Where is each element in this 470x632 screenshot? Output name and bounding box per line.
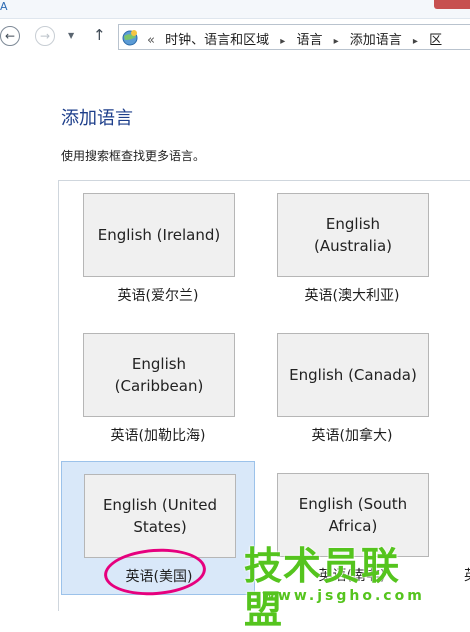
language-name: English (Canada) (289, 366, 417, 384)
language-tile-english-caribbean[interactable]: English (Caribbean) 英语(加勒比海) (61, 321, 255, 455)
language-card[interactable]: English (Canada) (277, 333, 429, 417)
language-name: English (South Africa) (298, 495, 408, 535)
language-native-name: 英语(加拿大) (311, 428, 393, 444)
back-button[interactable]: ← (0, 26, 20, 46)
language-name: English (Australia) (313, 215, 393, 255)
forward-button[interactable]: → (35, 26, 55, 46)
close-button[interactable] (434, 0, 470, 9)
language-card[interactable]: English (United States) (84, 474, 236, 558)
language-native-name: 英语(澳大利亚) (304, 288, 400, 304)
language-tile-english-canada[interactable]: English (Canada) 英语(加拿大) (255, 321, 449, 455)
app-icon: A (0, 0, 8, 13)
watermark-url: www.jsgho.com (262, 588, 425, 604)
forward-arrow-icon: → (39, 29, 51, 43)
language-name: English (Ireland) (97, 226, 221, 244)
navigation-bar: ← → ▼ ↑ « 时钟、语言和区域 ▸ 语言 ▸ 添加语言 ▸ 区 (0, 19, 470, 55)
breadcrumb-truncated[interactable]: 区 (429, 33, 442, 48)
breadcrumb-clock-language-region[interactable]: 时钟、语言和区域 (165, 33, 269, 48)
breadcrumb: « 时钟、语言和区域 ▸ 语言 ▸ 添加语言 ▸ 区 (147, 29, 442, 48)
language-tile-english-ireland[interactable]: English (Ireland) 英语(爱尔兰) (61, 181, 255, 315)
back-arrow-icon: ← (4, 29, 16, 43)
language-native-name-partial: 英 (464, 565, 470, 585)
language-name: English (Caribbean) (114, 355, 204, 395)
breadcrumb-add-language[interactable]: 添加语言 (350, 33, 402, 48)
up-button[interactable]: ↑ (93, 26, 106, 44)
breadcrumb-overflow[interactable]: « (147, 33, 155, 48)
address-bar[interactable]: « 时钟、语言和区域 ▸ 语言 ▸ 添加语言 ▸ 区 (118, 24, 470, 50)
language-tile-english-australia[interactable]: English (Australia) 英语(澳大利亚) (255, 181, 449, 315)
language-card[interactable]: English (Ireland) (83, 193, 235, 277)
breadcrumb-language[interactable]: 语言 (296, 33, 322, 48)
recent-locations-dropdown[interactable]: ▼ (68, 31, 74, 40)
language-native-name: 英语(爱尔兰) (117, 288, 199, 304)
page-title: 添加语言 (61, 108, 133, 129)
control-panel-globe-icon (122, 30, 138, 46)
watermark: 技术员联盟 www.jsgho.com (244, 544, 434, 632)
language-name: English (United States) (102, 496, 218, 536)
language-card[interactable]: English (Australia) (277, 193, 429, 277)
window-titlebar: A (0, 0, 470, 19)
language-native-name: 英语(加勒比海) (110, 428, 206, 444)
breadcrumb-separator[interactable]: ▸ (334, 36, 339, 47)
breadcrumb-separator[interactable]: ▸ (413, 36, 418, 47)
language-card[interactable]: English (Caribbean) (83, 333, 235, 417)
breadcrumb-separator[interactable]: ▸ (280, 36, 285, 47)
page-subtitle: 使用搜索框查找更多语言。 (61, 149, 206, 163)
